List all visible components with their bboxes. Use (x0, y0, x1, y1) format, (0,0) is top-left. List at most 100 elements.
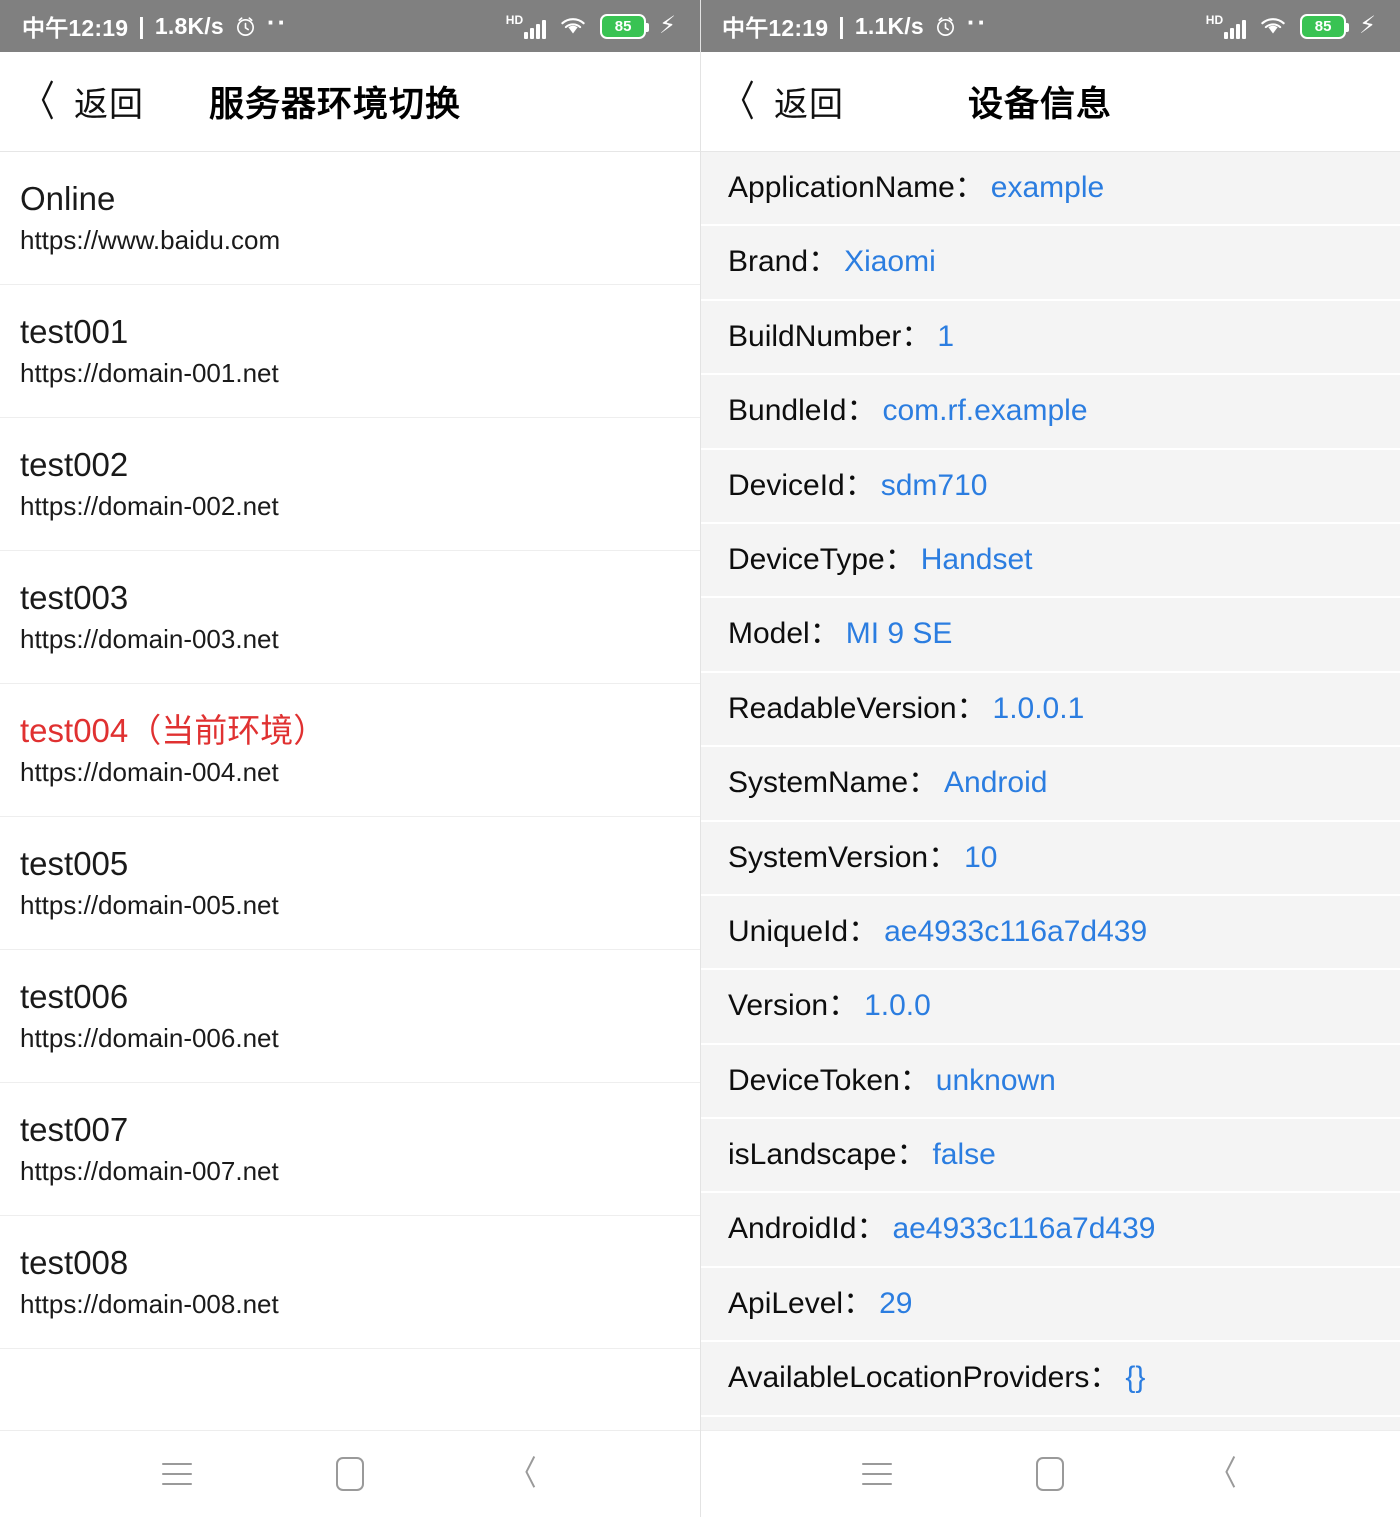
device-info-list: ApplicationName：example Brand：Xiaomi Bui… (700, 152, 1400, 1430)
right-nav-bar: 〈 返回 设备信息 (700, 52, 1400, 152)
back-button[interactable]: 〈 返回 (0, 77, 144, 126)
info-value: 10 (958, 841, 997, 874)
info-value: unknown (930, 1064, 1056, 1097)
info-value: ae4933c116a7d439 (886, 1212, 1155, 1245)
environment-url: https://domain-003.net (20, 626, 680, 653)
table-row[interactable]: Brand：Xiaomi (700, 226, 1400, 300)
info-value: Android (938, 766, 1047, 799)
table-row[interactable]: UniqueId：ae4933c116a7d439 (700, 896, 1400, 970)
info-colon: ： (908, 766, 938, 799)
environment-url: https://domain-004.net (20, 759, 680, 786)
recents-button[interactable] (142, 1444, 212, 1504)
info-value: Handset (915, 543, 1033, 576)
more-dots-icon: ·· (267, 17, 288, 35)
environment-name: test001 (20, 315, 680, 350)
list-item[interactable]: test002 https://domain-002.net (0, 418, 700, 551)
table-row[interactable]: AndroidId：ae4933c116a7d439 (700, 1193, 1400, 1267)
battery-indicator: 85 (600, 14, 646, 39)
list-item[interactable]: test005 https://domain-005.net (0, 817, 700, 950)
info-value: sdm710 (875, 469, 988, 502)
status-separator: | (138, 13, 145, 40)
system-back-button[interactable]: 〈 (1188, 1444, 1258, 1504)
table-row[interactable]: BaseOs：Xiaomi/grus/grus:10/QKQ1.190828.0… (700, 1417, 1400, 1430)
table-row[interactable]: DeviceId：sdm710 (700, 450, 1400, 524)
table-row[interactable]: SystemVersion：10 (700, 822, 1400, 896)
info-colon: ： (856, 1212, 886, 1245)
list-item-current-environment[interactable]: test004（当前环境） https://domain-004.net (0, 684, 700, 817)
table-row[interactable]: ApiLevel：29 (700, 1268, 1400, 1342)
status-separator: | (838, 13, 845, 40)
back-button-label: 返回 (774, 77, 844, 126)
environment-name: test007 (20, 1113, 680, 1148)
info-value: {} (1119, 1361, 1145, 1394)
list-item[interactable]: test007 https://domain-007.net (0, 1083, 700, 1216)
right-pane-device-info: 中午12:19 | 1.1K/s ·· HD 85 ⚡ (700, 0, 1400, 1517)
info-key: SystemName (728, 766, 908, 799)
environment-url: https://domain-002.net (20, 493, 680, 520)
environment-url: https://domain-006.net (20, 1025, 680, 1052)
chevron-left-icon: 〈 (23, 81, 55, 123)
table-row[interactable]: DeviceToken：unknown (700, 1045, 1400, 1119)
info-value: example (985, 171, 1104, 204)
recents-menu-icon (862, 1463, 892, 1485)
environment-name: test003 (20, 581, 680, 616)
info-colon: ： (928, 841, 958, 874)
info-colon: ： (808, 245, 838, 278)
home-button[interactable] (1015, 1444, 1085, 1504)
status-time: 中午12:19 (722, 9, 828, 43)
left-nav-bar: 〈 返回 服务器环境切换 (0, 52, 700, 152)
table-row[interactable]: DeviceType：Handset (700, 524, 1400, 598)
right-status-bar: 中午12:19 | 1.1K/s ·· HD 85 ⚡ (700, 0, 1400, 52)
pane-divider (700, 0, 701, 1517)
recents-button[interactable] (842, 1444, 912, 1504)
table-row[interactable]: BundleId：com.rf.example (700, 375, 1400, 449)
chevron-left-icon: 〈 (723, 81, 755, 123)
status-network-speed: 1.8K/s (155, 13, 224, 40)
info-key: DeviceToken (728, 1064, 900, 1097)
info-key: ApiLevel (728, 1287, 843, 1320)
home-button[interactable] (315, 1444, 385, 1504)
home-square-icon (1036, 1457, 1064, 1491)
charging-bolt-icon: ⚡ (659, 14, 676, 38)
info-colon: ： (957, 692, 987, 725)
list-item[interactable]: test008 https://domain-008.net (0, 1216, 700, 1349)
info-key: SystemVersion (728, 841, 928, 874)
info-key: ReadableVersion (728, 692, 957, 725)
recents-menu-icon (162, 1463, 192, 1485)
table-row[interactable]: isLandscape：false (700, 1119, 1400, 1193)
system-back-button[interactable]: 〈 (488, 1444, 558, 1504)
table-row[interactable]: AvailableLocationProviders：{} (700, 1342, 1400, 1416)
list-item[interactable]: Online https://www.baidu.com (0, 152, 700, 285)
info-colon: ： (1089, 1361, 1119, 1394)
table-row[interactable]: Model：MI 9 SE (700, 598, 1400, 672)
list-item[interactable]: test006 https://domain-006.net (0, 950, 700, 1083)
info-value: false (926, 1138, 995, 1171)
cellular-signal-icon: HD (1206, 13, 1246, 39)
environment-name: test002 (20, 448, 680, 483)
info-colon: ： (955, 171, 985, 204)
battery-level-label: 85 (615, 18, 632, 35)
table-row[interactable]: BuildNumber：1 (700, 301, 1400, 375)
info-value: com.rf.example (876, 394, 1087, 427)
environment-url: https://domain-001.net (20, 360, 680, 387)
left-pane-server-environment: 中午12:19 | 1.8K/s ·· HD 85 ⚡ (0, 0, 700, 1517)
table-row[interactable]: Version：1.0.0 (700, 970, 1400, 1044)
dual-screenshot-container: 中午12:19 | 1.8K/s ·· HD 85 ⚡ (0, 0, 1400, 1517)
info-key: AvailableLocationProviders (728, 1361, 1089, 1394)
environment-list: Online https://www.baidu.com test001 htt… (0, 152, 700, 1430)
table-row[interactable]: ApplicationName：example (700, 152, 1400, 226)
table-row[interactable]: ReadableVersion：1.0.0.1 (700, 673, 1400, 747)
list-item[interactable]: test001 https://domain-001.net (0, 285, 700, 418)
info-colon: ： (846, 394, 876, 427)
info-colon: ： (885, 543, 915, 576)
back-chevron-icon: 〈 (1210, 1457, 1237, 1491)
info-colon: ： (810, 617, 840, 650)
info-colon: ： (848, 915, 878, 948)
left-system-navigation-bar: 〈 (0, 1430, 700, 1517)
battery-level-label: 85 (1315, 18, 1332, 35)
environment-url: https://domain-005.net (20, 892, 680, 919)
back-button[interactable]: 〈 返回 (700, 77, 844, 126)
table-row[interactable]: SystemName：Android (700, 747, 1400, 821)
back-button-label: 返回 (74, 77, 144, 126)
list-item[interactable]: test003 https://domain-003.net (0, 551, 700, 684)
